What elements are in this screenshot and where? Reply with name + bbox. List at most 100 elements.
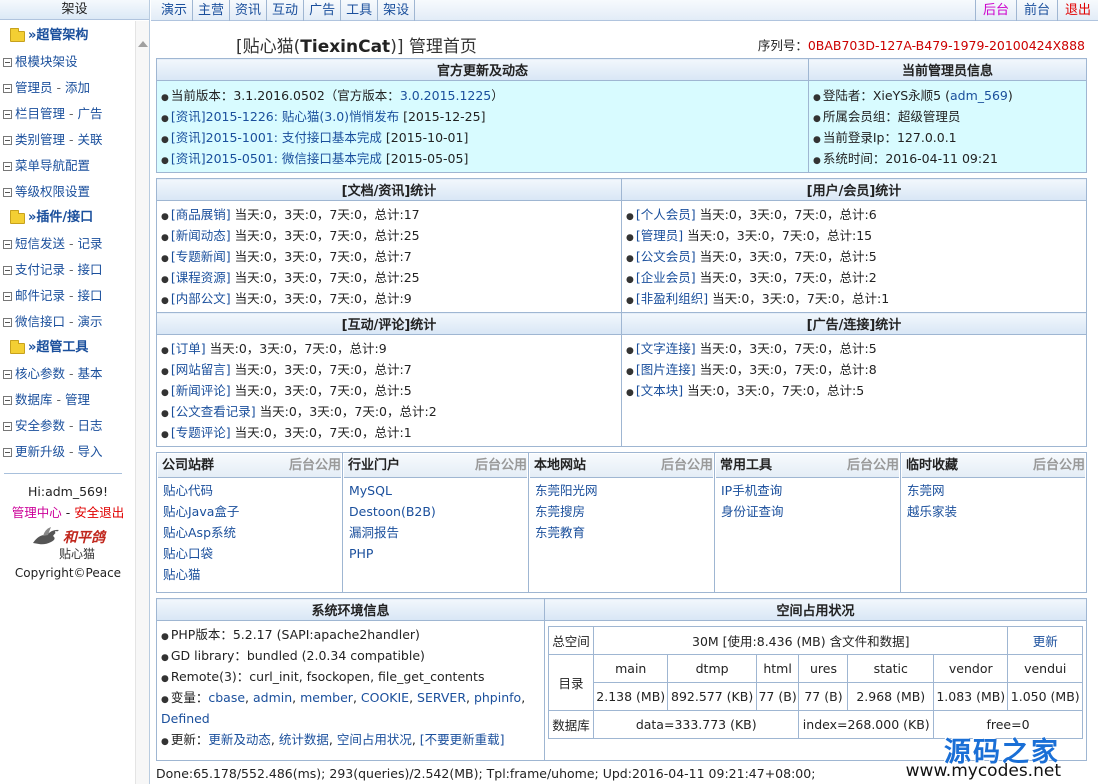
no-update-link[interactable]: [不要更新重载] [420,732,505,747]
sidebar-item-label[interactable]: 安全参数 [15,413,65,439]
sidebar-item-label[interactable]: 类别管理 [15,127,65,153]
pub-link[interactable]: MySQL [349,480,522,501]
sidebar-item[interactable]: 微信接口 - 演示 [0,309,136,335]
space-usage-table: 总空间 30M [使用:8.436 (MB) 含文件和数据] 更新 目录 mai… [548,626,1083,739]
stat-row: ● [专题评论] 当天:0，3天:0，7天:0，总计:1 [161,425,412,440]
pub-link[interactable]: 身份证查询 [721,501,894,522]
pub-link[interactable]: 东莞教育 [535,522,708,543]
frontend-link[interactable]: 前台 [1015,0,1057,21]
sidebar-item-sub[interactable]: 管理 [65,387,90,413]
scroll-up-arrow-icon[interactable] [138,41,148,47]
sidebar-item-sub[interactable]: 接口 [78,257,103,283]
refresh-link[interactable]: 更新 [1007,626,1083,655]
sidebar-item[interactable]: 管理员 - 添加 [0,75,136,101]
version-line: ● 当前版本：3.1.2016.0502（官方版本：3.0.2015.1225） [161,88,504,103]
nav-item-demo[interactable]: 演示 [157,0,194,21]
sidebar-item-sub[interactable]: 添加 [65,75,90,101]
admin-id-link[interactable]: adm_569 [950,88,1008,103]
group-title: 超管工具 [36,340,89,355]
sidebar-item[interactable]: 支付记录 - 接口 [0,257,136,283]
sidebar-item[interactable]: 核心参数 - 基本 [0,361,136,387]
update-link[interactable]: 更新及动态 [208,732,271,747]
env-remote: ● Remote(3)：curl_init, fsockopen, file_ge… [161,669,485,684]
var-link[interactable]: cbase [208,690,245,705]
update-link[interactable]: 空间占用状况 [337,732,412,747]
sidebar-item[interactable]: 栏目管理 - 广告 [0,101,136,127]
collapse-box-icon [3,421,12,431]
sidebar-item-sub[interactable]: 演示 [78,309,103,335]
pub-link[interactable]: 贴心猫 [163,564,336,585]
var-link[interactable]: admin [253,690,292,705]
pub-link[interactable]: 东莞搜房 [535,501,708,522]
sidebar-item-label[interactable]: 微信接口 [15,309,65,335]
var-link[interactable]: SERVER [417,690,466,705]
sidebar-item-label[interactable]: 等级权限设置 [15,179,90,205]
dove-icon [33,527,59,545]
pub-link[interactable]: Destoon(B2B) [349,501,522,522]
sidebar-scrollbar[interactable] [135,21,149,784]
pub-link[interactable]: 东莞阳光网 [535,480,708,501]
sidebar-item[interactable]: 安全参数 - 日志 [0,413,136,439]
nav-item-interact[interactable]: 互动 [267,0,305,21]
sidebar-item[interactable]: 类别管理 - 关联 [0,127,136,153]
sidebar-item[interactable]: 等级权限设置 [0,179,136,205]
sidebar-item-sub[interactable]: 广告 [78,101,103,127]
logout-link[interactable]: 安全退出 [74,505,124,520]
sidebar-item-sub[interactable]: 基本 [78,361,103,387]
sidebar-item-label[interactable]: 邮件记录 [15,283,65,309]
sidebar-item-sub[interactable]: 接口 [78,283,103,309]
nav-item-ads[interactable]: 广告 [304,0,342,21]
var-link-defined[interactable]: Defined [161,711,210,726]
watermark-url: www.mycodes.net [905,761,1061,781]
users-stats-title: [用户/会员]统计 [621,178,1087,201]
total-space-value: 30M [使用:8.436 (MB) 含文件和数据] [592,626,1009,655]
sidebar-group-tools[interactable]: » 超管工具 [0,335,136,361]
collapse-box-icon [3,135,12,145]
sidebar-item-sub[interactable]: 日志 [78,413,103,439]
sidebar-item-label[interactable]: 短信发送 [15,231,65,257]
var-link[interactable]: COOKIE [361,690,409,705]
greeting: Hi:adm_569! [28,484,108,499]
sidebar-group-architecture[interactable]: » 超管架构 [0,23,136,49]
pub-link[interactable]: IP手机查询 [721,480,894,501]
var-link[interactable]: member [300,690,353,705]
pub-link[interactable]: 越乐家装 [907,501,1080,522]
member-center-link[interactable]: 管理中心 [12,505,62,520]
sidebar-group-plugins[interactable]: » 插件/接口 [0,205,136,231]
sidebar-item-sub[interactable]: 关联 [78,127,103,153]
sidebar-item[interactable]: 数据库 - 管理 [0,387,136,413]
sidebar-item-label[interactable]: 栏目管理 [15,101,65,127]
sidebar-item-label[interactable]: 支付记录 [15,257,65,283]
backend-link[interactable]: 后台 [974,0,1016,21]
nav-item-setup[interactable]: 架设 [378,0,416,21]
nav-item-news[interactable]: 资讯 [230,0,268,21]
nav-item-main[interactable]: 主营 [193,0,231,21]
sidebar-item-label[interactable]: 数据库 [15,387,53,413]
sidebar-item-label[interactable]: 核心参数 [15,361,65,387]
update-link[interactable]: 统计数据 [279,732,329,747]
quit-link[interactable]: 退出 [1056,0,1098,21]
sidebar-item-label[interactable]: 根模块架设 [15,49,78,75]
pub-link[interactable]: 漏洞报告 [349,522,522,543]
sidebar-item[interactable]: 短信发送 - 记录 [0,231,136,257]
pub-link[interactable]: 东莞网 [907,480,1080,501]
sidebar-item[interactable]: 根模块架设 [0,49,136,75]
pub-link[interactable]: 贴心Asp系统 [163,522,336,543]
sidebar-item-sub[interactable]: 记录 [78,231,103,257]
sidebar-item[interactable]: 更新升级 - 导入 [0,439,136,465]
nav-item-tools[interactable]: 工具 [341,0,379,21]
sidebar-item-sub[interactable]: 导入 [78,439,103,465]
sidebar-item[interactable]: 菜单导航配置 [0,153,136,179]
updates-table: 官方更新及动态 当前管理员信息 ● 当前版本：3.1.2016.0502（官方版本… [156,58,1087,173]
pub-link[interactable]: 贴心Java盒子 [163,501,336,522]
sidebar-item-label[interactable]: 菜单导航配置 [15,153,90,179]
pub-link[interactable]: 贴心口袋 [163,543,336,564]
official-version-link[interactable]: 3.0.2015.1225 [400,88,491,103]
collapse-box-icon [3,369,12,379]
sidebar-item-label[interactable]: 管理员 [15,75,53,101]
var-link[interactable]: phpinfo [474,690,521,705]
pub-link[interactable]: 贴心代码 [163,480,336,501]
sidebar-item-label[interactable]: 更新升级 [15,439,65,465]
sidebar-item[interactable]: 邮件记录 - 接口 [0,283,136,309]
pub-link[interactable]: PHP [349,543,522,564]
